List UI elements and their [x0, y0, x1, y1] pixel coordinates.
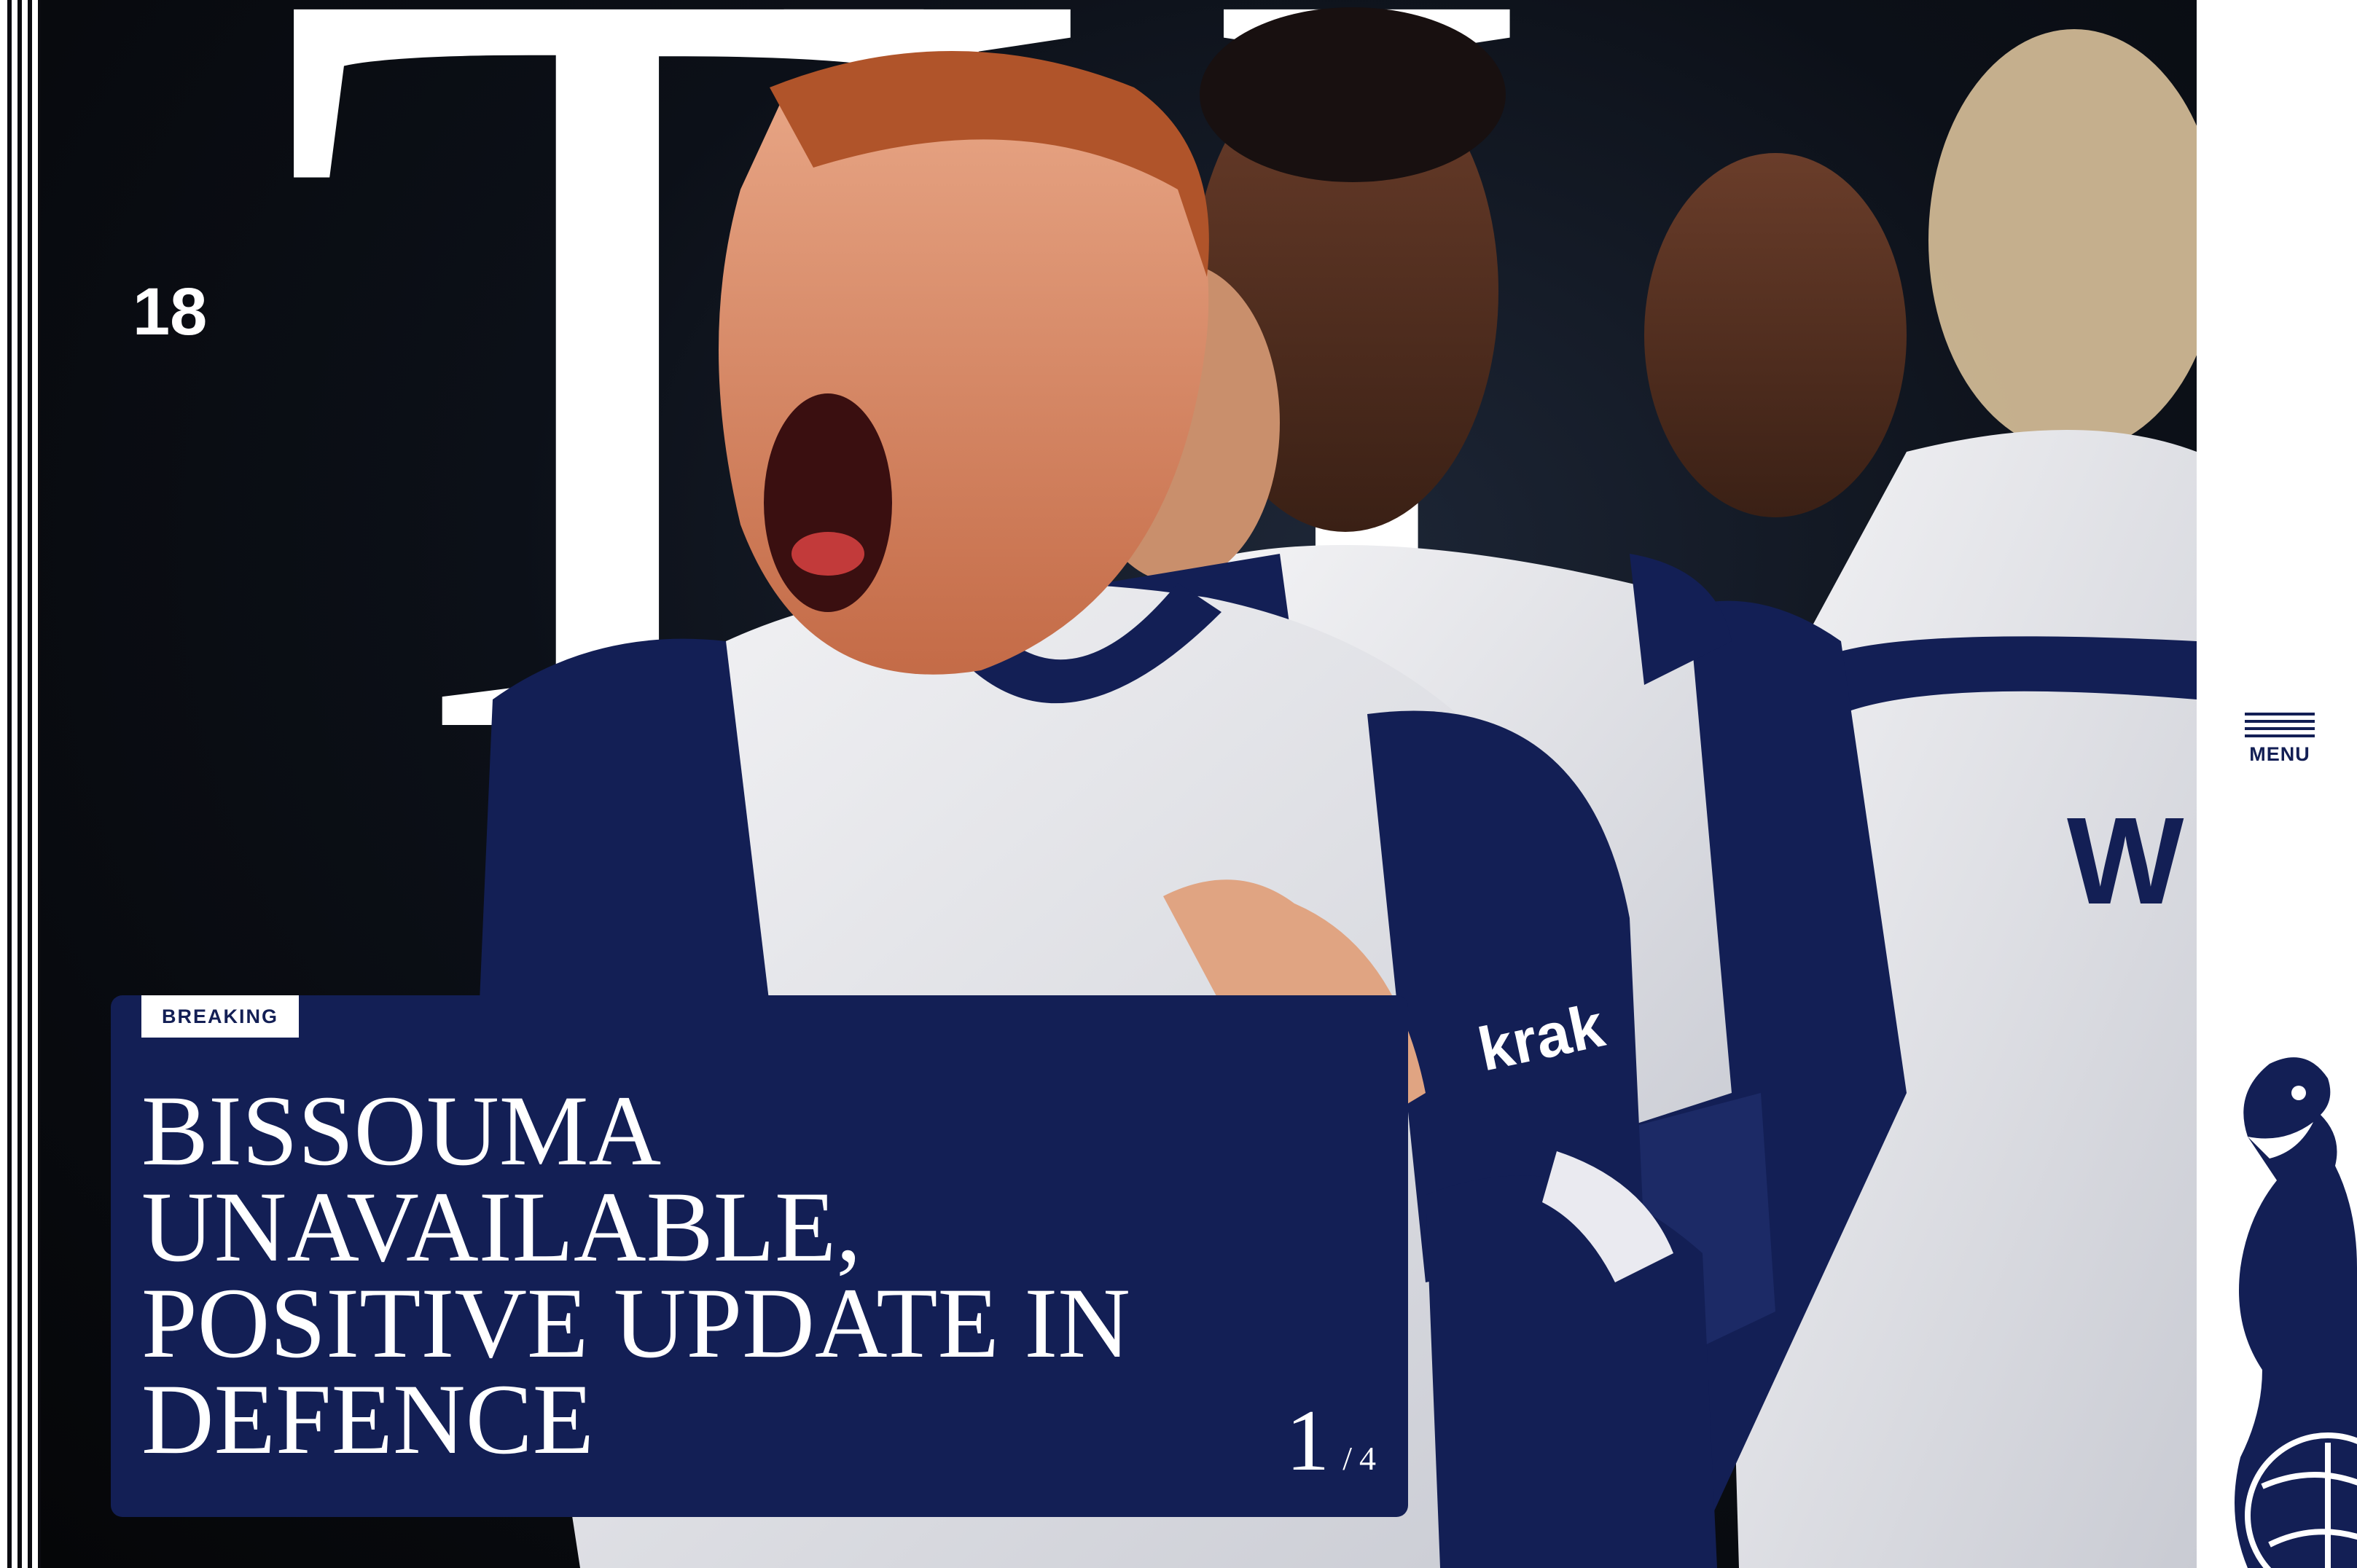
headline-card[interactable]: BREAKING Bissouma unavailable, positive …	[111, 995, 1408, 1517]
menu-label: MENU	[2249, 743, 2310, 765]
left-stripes-decoration	[0, 0, 41, 1568]
hamburger-icon	[2245, 713, 2315, 737]
page: TH 18	[0, 0, 2357, 1568]
pager-total: 4	[1359, 1440, 1376, 1477]
cockerel-crest-icon[interactable]	[2219, 1049, 2357, 1568]
pager-current: 1	[1286, 1392, 1330, 1489]
headline-title[interactable]: Bissouma unavailable, positive update in…	[141, 1081, 1235, 1470]
menu-button[interactable]: MENU	[2242, 713, 2318, 766]
pager-separator: /	[1342, 1440, 1352, 1477]
breaking-badge: BREAKING	[141, 995, 300, 1038]
right-sidebar: MENU	[2197, 0, 2357, 1568]
slide-pager: 1 /4	[1286, 1390, 1376, 1491]
svg-text:W: W	[2067, 792, 2184, 930]
